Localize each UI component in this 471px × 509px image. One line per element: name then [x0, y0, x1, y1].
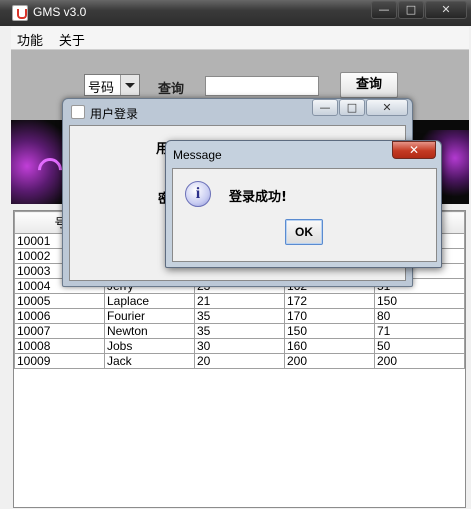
table-cell[interactable]: 20	[194, 353, 285, 369]
table-row[interactable]: 10005 Laplace 21 172 150	[14, 293, 465, 309]
table-cell[interactable]: Jobs	[104, 338, 195, 354]
search-input[interactable]	[205, 76, 319, 96]
search-label: 查询	[158, 82, 185, 97]
table-cell[interactable]: 30	[194, 338, 285, 354]
java-app-icon	[12, 5, 28, 21]
close-button[interactable]: ✕	[425, 1, 467, 19]
table-cell[interactable]: 150	[284, 323, 375, 339]
table-cell[interactable]: 10005	[14, 293, 105, 309]
login-minimize-button[interactable]: —	[312, 99, 338, 116]
message-body: i 登录成功! OK	[172, 168, 437, 262]
ok-button[interactable]: OK	[285, 219, 323, 245]
table-cell[interactable]: 35	[194, 308, 285, 324]
table-cell[interactable]: Jack	[104, 353, 195, 369]
maximize-button[interactable]: □	[398, 1, 424, 19]
menu-about[interactable]: 关于	[53, 27, 91, 52]
login-window-controls: — □ ✕	[311, 99, 408, 116]
java-app-icon	[71, 105, 85, 119]
login-dialog-title: 用户登录	[90, 107, 139, 121]
table-row[interactable]: 10007 Newton 35 150 71	[14, 323, 465, 339]
table-row[interactable]: 10008 Jobs 30 160 50	[14, 338, 465, 354]
table-cell[interactable]: 35	[194, 323, 285, 339]
table-cell[interactable]: 172	[284, 293, 375, 309]
table-cell[interactable]: 200	[284, 353, 375, 369]
table-row[interactable]: 10009 Jack 20 200 200	[14, 353, 465, 369]
window-title: GMS v3.0	[33, 5, 87, 19]
message-close-button[interactable]: ✕	[392, 141, 436, 159]
login-close-button[interactable]: ✕	[366, 99, 408, 116]
table-row[interactable]: 10006 Fourier 35 170 80	[14, 308, 465, 324]
table-cell[interactable]: Fourier	[104, 308, 195, 324]
table-cell[interactable]: Laplace	[104, 293, 195, 309]
search-field-value: 号码	[88, 81, 115, 96]
table-cell[interactable]: 170	[284, 308, 375, 324]
table-cell[interactable]: 200	[374, 353, 465, 369]
menu-function[interactable]: 功能	[11, 27, 49, 52]
table-cell[interactable]: 80	[374, 308, 465, 324]
table-cell[interactable]: 150	[374, 293, 465, 309]
login-maximize-button[interactable]: □	[339, 99, 365, 116]
window-controls: — □ ✕	[370, 1, 467, 19]
message-dialog: Message ✕ i 登录成功! OK	[165, 140, 442, 268]
table-cell[interactable]: 10006	[14, 308, 105, 324]
message-dialog-title: Message	[173, 148, 222, 162]
table-cell[interactable]: 10008	[14, 338, 105, 354]
table-cell[interactable]: 10009	[14, 353, 105, 369]
message-text: 登录成功!	[229, 190, 287, 205]
table-cell[interactable]: 10007	[14, 323, 105, 339]
search-field-select[interactable]: 号码	[84, 74, 140, 96]
main-title-bar[interactable]: GMS v3.0 — □ ✕	[0, 0, 471, 26]
minimize-button[interactable]: —	[371, 1, 397, 19]
chevron-down-icon[interactable]	[120, 75, 139, 95]
search-button[interactable]: 查询	[340, 72, 398, 98]
table-cell[interactable]: 21	[194, 293, 285, 309]
table-cell[interactable]: 50	[374, 338, 465, 354]
table-cell[interactable]: Newton	[104, 323, 195, 339]
table-cell[interactable]: 160	[284, 338, 375, 354]
table-cell[interactable]: 71	[374, 323, 465, 339]
menu-bar: 功能 关于	[11, 27, 469, 50]
info-icon: i	[185, 181, 211, 207]
